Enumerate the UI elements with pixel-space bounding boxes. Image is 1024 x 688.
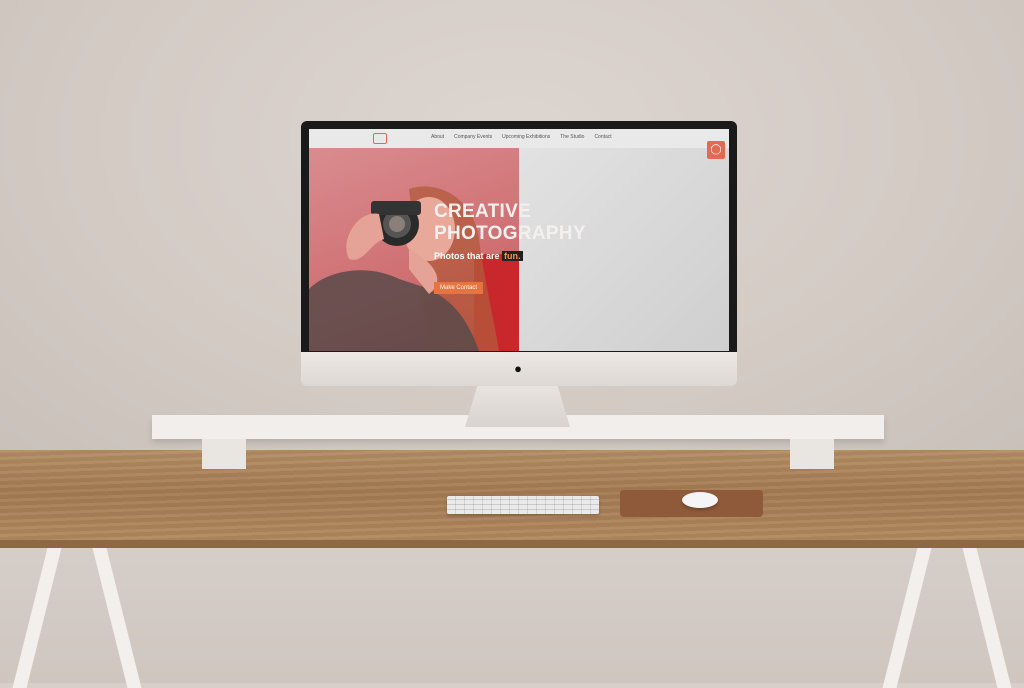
headline-line-1: CREATIVE bbox=[434, 201, 532, 222]
nav-menu: About Company Events Upcoming Exhibition… bbox=[431, 134, 612, 140]
hero-subtitle: Photos that are fun. bbox=[434, 251, 523, 261]
monitor-stand bbox=[465, 385, 570, 427]
apple-logo-icon: ● bbox=[514, 361, 522, 376]
make-contact-button[interactable]: Make Contact bbox=[434, 282, 484, 294]
mouse bbox=[682, 492, 718, 508]
desk-edge bbox=[0, 540, 1024, 548]
headline-line-2: PHOTOGRAPHY bbox=[434, 223, 586, 244]
shelf-leg-left bbox=[202, 439, 246, 469]
subtitle-text: Photos that are bbox=[434, 251, 503, 261]
nav-the-studio[interactable]: The Studio bbox=[560, 134, 584, 140]
site-navbar: About Company Events Upcoming Exhibition… bbox=[309, 129, 729, 148]
monitor-screen: About Company Events Upcoming Exhibition… bbox=[309, 129, 729, 351]
nav-contact[interactable]: Contact bbox=[594, 134, 611, 140]
subtitle-highlight: fun. bbox=[502, 251, 523, 261]
floor bbox=[0, 540, 1024, 683]
shelf-leg-right bbox=[790, 439, 834, 469]
nav-upcoming-exhibitions[interactable]: Upcoming Exhibitions bbox=[502, 134, 550, 140]
hero-headline: CREATIVE PHOTOGRAPHY bbox=[434, 201, 586, 245]
hero-light-panel bbox=[519, 148, 729, 351]
keyboard bbox=[447, 496, 599, 514]
nav-company-events[interactable]: Company Events bbox=[454, 134, 492, 140]
instagram-icon[interactable]: ◯ bbox=[707, 141, 725, 159]
camera-logo-icon[interactable] bbox=[373, 133, 387, 144]
nav-about[interactable]: About bbox=[431, 134, 444, 140]
